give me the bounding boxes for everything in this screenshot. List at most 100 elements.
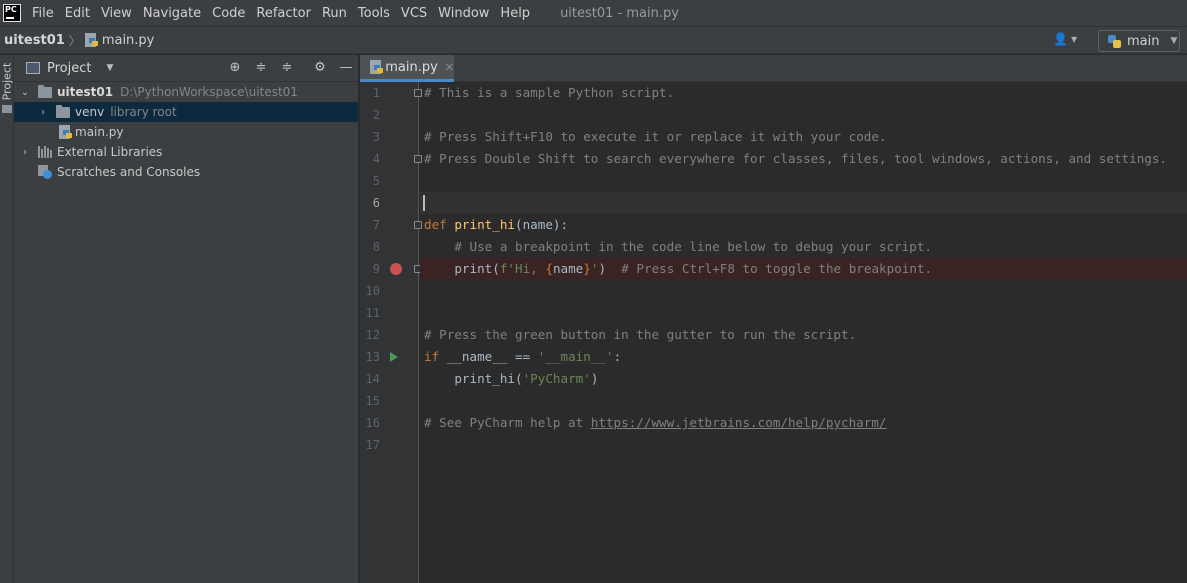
line-number: 10 (365, 284, 380, 298)
scratches-icon (38, 165, 52, 179)
line-number: 17 (365, 438, 380, 452)
expand-all-icon[interactable]: ≑ (253, 60, 269, 76)
tree-item-external-libraries[interactable]: › External Libraries (14, 142, 358, 162)
line-number: 11 (365, 306, 380, 320)
menu-bar: PC File Edit View Navigate Code Refactor… (0, 0, 1187, 26)
line-number: 13 (365, 350, 380, 364)
line-number: 15 (365, 394, 380, 408)
text-caret (423, 195, 425, 211)
minimize-icon[interactable]: — (338, 60, 354, 76)
tree-item-note: library root (110, 105, 177, 119)
chevron-down-icon[interactable]: ⌄ (20, 87, 30, 98)
collapse-all-icon[interactable]: ≑ (279, 60, 295, 76)
code-line-7: def print_hi(name): (424, 217, 569, 232)
breadcrumb-file[interactable]: main.py (102, 33, 155, 48)
python-icon (1108, 34, 1121, 48)
tree-item-path: D:\PythonWorkspace\uitest01 (120, 85, 298, 99)
chevron-right-icon[interactable]: › (38, 107, 48, 118)
project-panel-title[interactable]: Project (47, 61, 91, 76)
line-number: 12 (365, 328, 380, 342)
project-panel-header: Project ▼ ⊕ ≑ ≑ ⚙ — (14, 55, 358, 82)
tree-item-label: Scratches and Consoles (57, 165, 201, 179)
chevron-down-icon: ▼ (1070, 34, 1078, 44)
line-number: 2 (372, 108, 380, 122)
editor-tab-label: main.py (385, 59, 438, 75)
code-line-1: # This is a sample Python script. (424, 85, 675, 100)
help-link[interactable]: https://www.jetbrains.com/help/pycharm/ (591, 415, 887, 430)
run-configuration-label: main (1127, 33, 1160, 49)
menu-view[interactable]: View (101, 6, 132, 21)
tree-item-project-root[interactable]: ⌄ uitest01 D:\PythonWorkspace\uitest01 (14, 82, 358, 102)
menu-vcs[interactable]: VCS (401, 6, 427, 21)
code-line-9: print(f'Hi, {name}') # Press Ctrl+F8 to … (420, 258, 1187, 280)
tree-item-scratches[interactable]: Scratches and Consoles (14, 162, 358, 182)
folder-icon (56, 104, 70, 118)
menu-navigate[interactable]: Navigate (143, 6, 201, 21)
menu-run[interactable]: Run (322, 6, 347, 21)
project-panel: Project ▼ ⊕ ≑ ≑ ⚙ — ⌄ uitest01 D:\Python… (14, 55, 359, 583)
user-icon: 👤 (1053, 32, 1068, 46)
close-icon[interactable]: ✕ (445, 61, 454, 74)
python-file-icon (370, 60, 383, 74)
chevron-right-icon: 〉 (68, 33, 81, 48)
code-line-14: print_hi('PyCharm') (454, 371, 599, 386)
library-icon (38, 146, 52, 158)
chevron-right-icon[interactable]: › (20, 147, 30, 158)
menu-help[interactable]: Help (500, 6, 530, 21)
python-file-icon (84, 33, 98, 47)
code-line-8: # Use a breakpoint in the code line belo… (454, 239, 933, 254)
line-number: 6 (372, 196, 380, 210)
folder-icon (38, 84, 52, 98)
editor-tab-bar: main.py ✕ (360, 55, 1187, 82)
tree-item-label: External Libraries (57, 145, 163, 159)
code-line-13: if __name__ == '__main__': (424, 349, 622, 364)
line-number: 5 (372, 174, 380, 188)
menu-tools[interactable]: Tools (358, 6, 390, 21)
run-gutter-icon[interactable] (390, 352, 398, 362)
editor-tab-main-py[interactable]: main.py ✕ (360, 55, 454, 82)
code-area[interactable]: # This is a sample Python script. # Pres… (420, 82, 1187, 583)
project-tool-window-button[interactable]: Project (1, 61, 14, 103)
line-number: 8 (372, 240, 380, 254)
tree-item-label: venv (75, 105, 105, 119)
line-number: 4 (372, 152, 380, 166)
line-number: 1 (372, 86, 380, 100)
breadcrumb-project[interactable]: uitest01 (4, 33, 65, 48)
python-file-icon (59, 125, 72, 139)
chevron-down-icon: ▼ (1170, 36, 1178, 46)
editor-gutter[interactable]: 1 2 3 4 5 6 7 8 9 10 11 12 13 14 15 16 1… (360, 82, 422, 583)
menu-refactor[interactable]: Refactor (256, 6, 311, 21)
line-number: 16 (365, 416, 380, 430)
code-line-3: # Press Shift+F10 to execute it or repla… (424, 129, 887, 144)
locate-file-icon[interactable]: ⊕ (227, 60, 243, 76)
window-title: uitest01 - main.py (560, 5, 679, 21)
editor-area: main.py ✕ 1 2 3 4 5 6 7 8 9 10 11 12 13 … (360, 55, 1187, 583)
tree-item-venv[interactable]: › venv library root (14, 102, 358, 122)
menu-code[interactable]: Code (212, 6, 245, 21)
tree-item-label: uitest01 (57, 85, 114, 99)
code-line-6 (420, 192, 1187, 214)
navigation-bar: uitest01 〉 main.py 👤 ▼ main ▼ (0, 26, 1187, 54)
user-menu-button[interactable]: 👤 ▼ (1053, 32, 1077, 46)
menu-file[interactable]: File (32, 6, 54, 21)
menu-edit[interactable]: Edit (65, 6, 90, 21)
folder-icon (2, 105, 12, 113)
chevron-down-icon[interactable]: ▼ (106, 63, 113, 73)
run-configuration-select[interactable]: main ▼ (1098, 30, 1180, 52)
code-line-4: # Press Double Shift to search everywher… (424, 151, 1168, 166)
line-number: 3 (372, 130, 380, 144)
line-number: 9 (372, 262, 380, 276)
tree-item-label: main.py (75, 125, 124, 139)
menu-window[interactable]: Window (438, 6, 489, 21)
tree-item-main-py[interactable]: main.py (14, 122, 358, 142)
left-tool-strip: Project (0, 55, 14, 583)
pycharm-logo-icon[interactable]: PC (3, 4, 21, 22)
line-number: 14 (365, 372, 380, 386)
project-tree: ⌄ uitest01 D:\PythonWorkspace\uitest01 ›… (14, 82, 358, 182)
line-number: 7 (372, 218, 380, 232)
code-line-16: # See PyCharm help at https://www.jetbra… (424, 415, 887, 430)
gear-icon[interactable]: ⚙ (312, 60, 328, 76)
breakpoint-icon[interactable] (390, 263, 402, 275)
code-line-12: # Press the green button in the gutter t… (424, 327, 857, 342)
project-view-icon (26, 62, 40, 74)
